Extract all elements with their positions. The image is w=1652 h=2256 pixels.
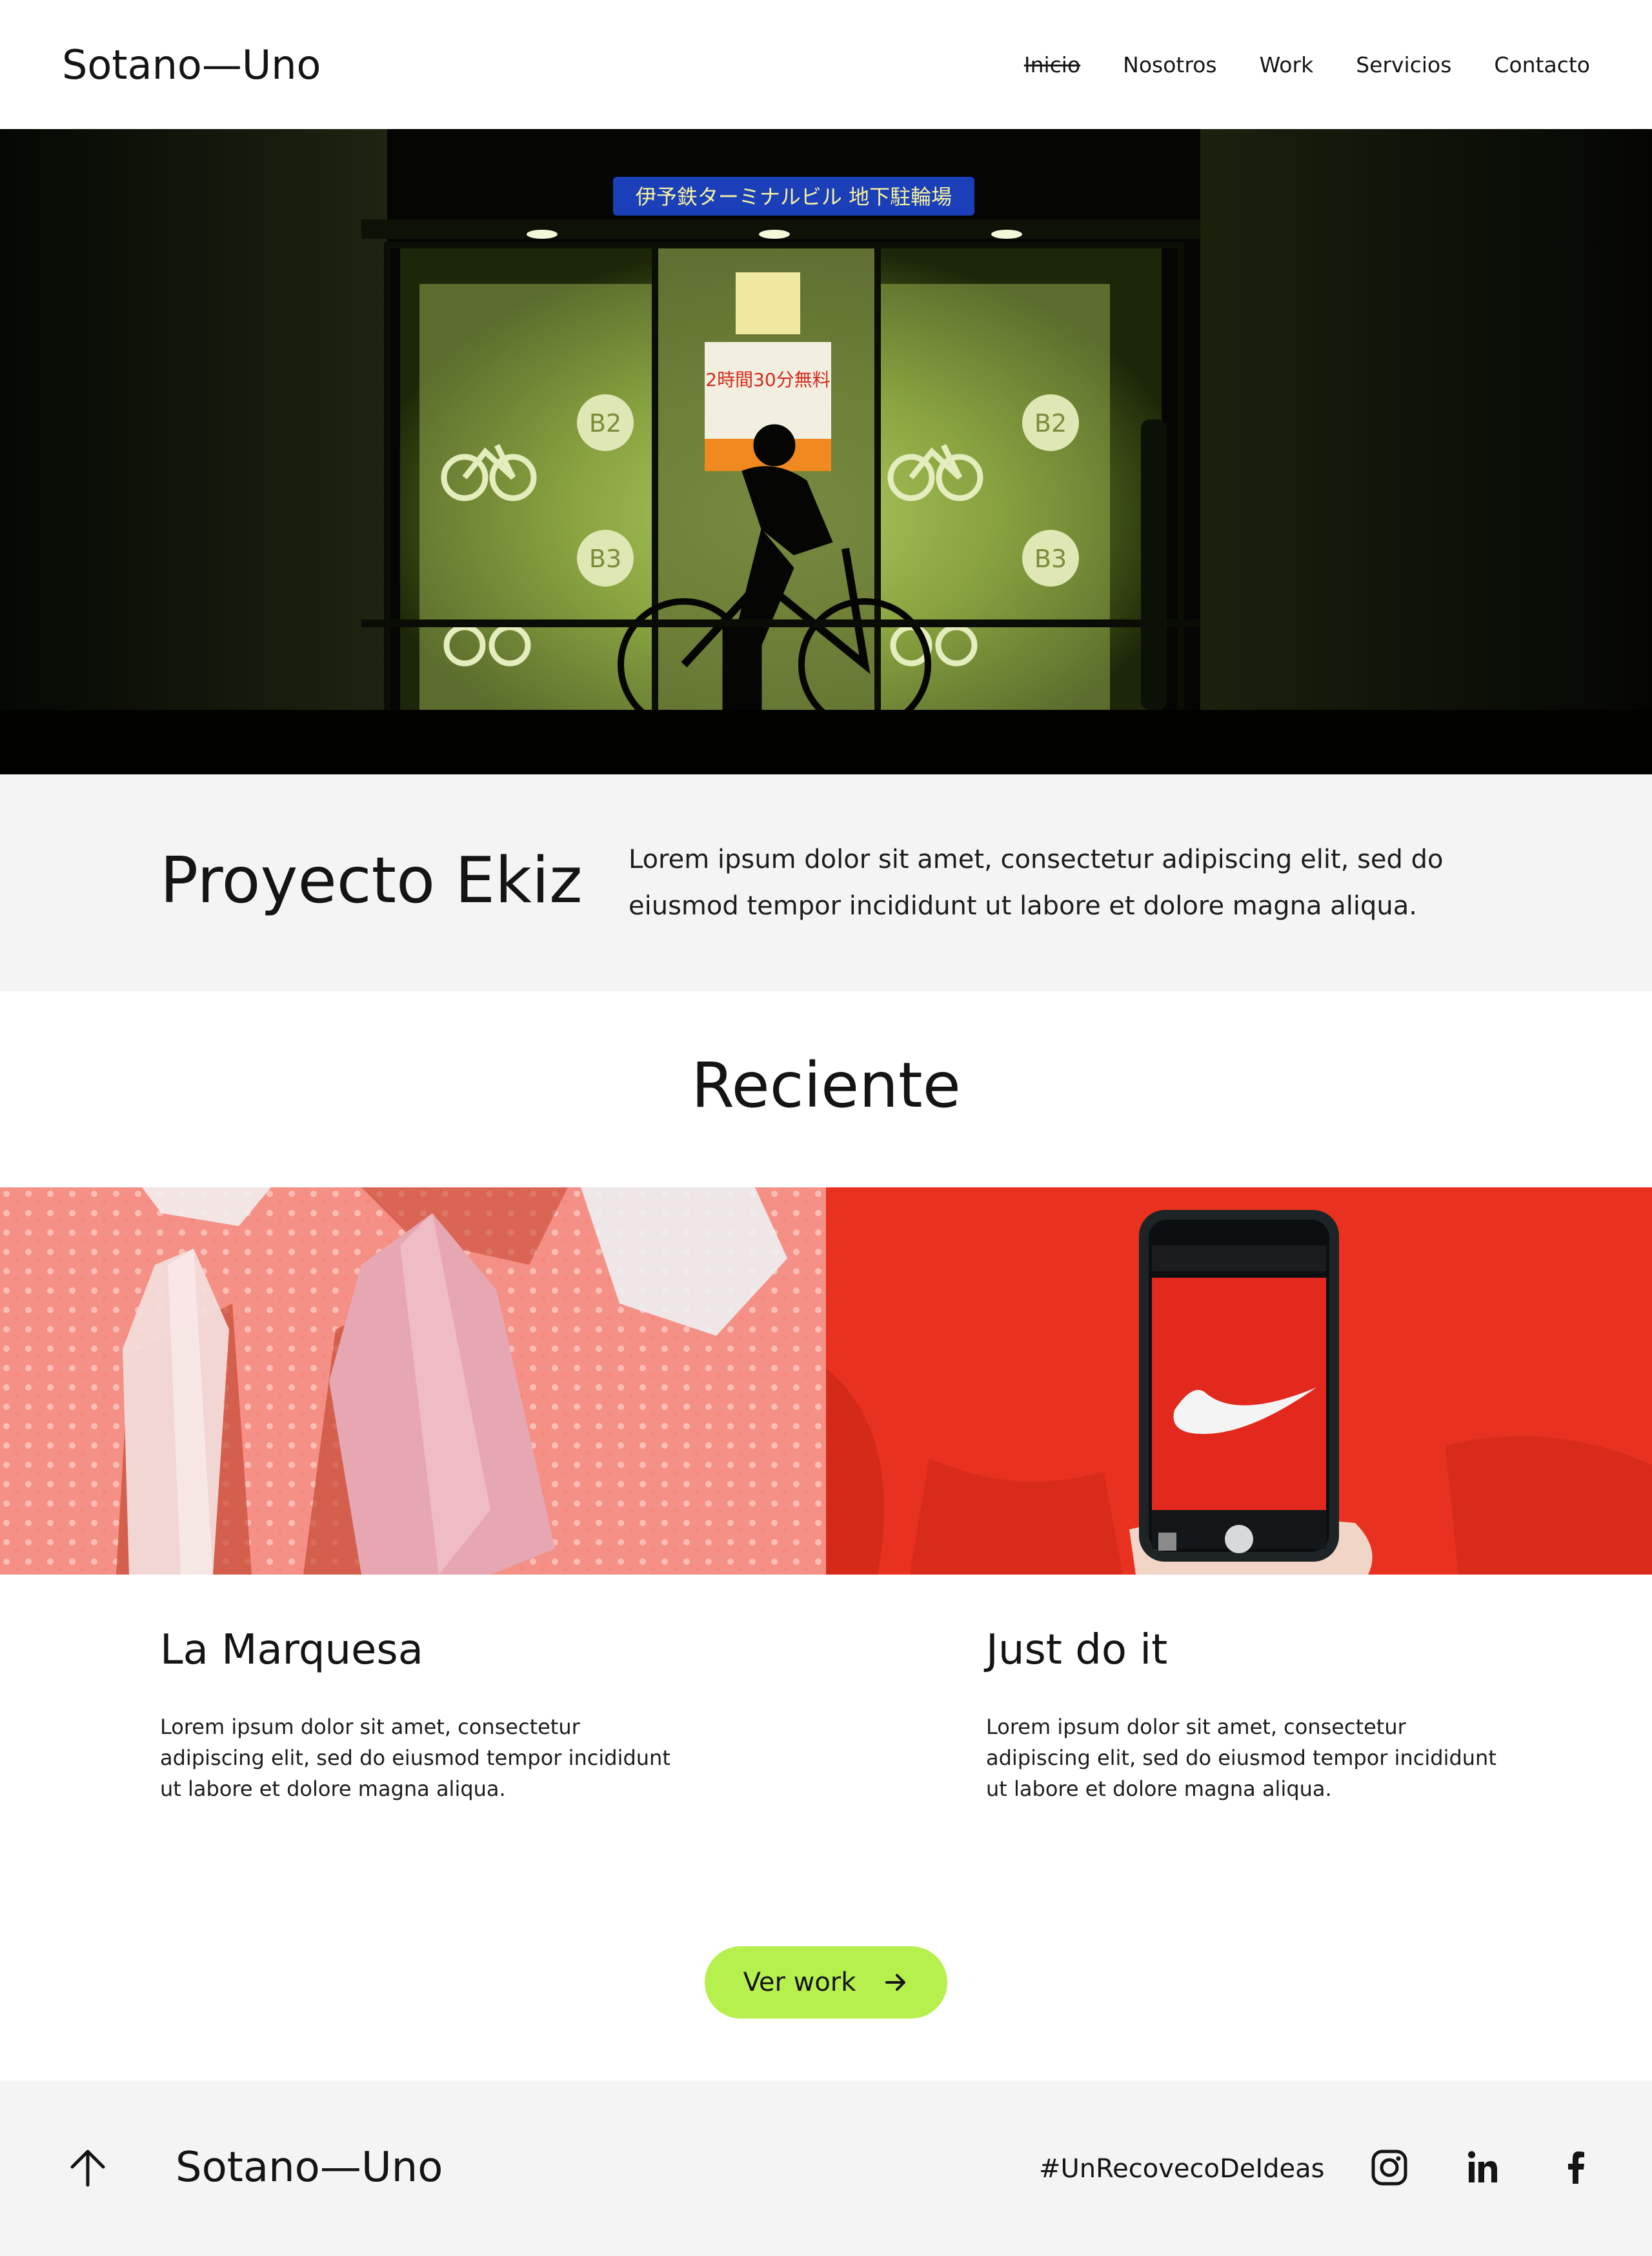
ver-work-label: Ver work xyxy=(743,1968,856,1997)
main-nav: Inicio Nosotros Work Servicios Contacto xyxy=(1024,52,1590,77)
phone-photo xyxy=(826,1187,1652,1575)
card-title[interactable]: La Marquesa xyxy=(160,1626,676,1674)
footer-logo[interactable]: Sotano—Uno xyxy=(176,2144,443,2191)
facebook-icon[interactable] xyxy=(1555,2146,1598,2189)
nav-item-contacto[interactable]: Contacto xyxy=(1494,52,1590,77)
hero-sign-text: 伊予鉄ターミナルビル 地下駐輪場 xyxy=(636,185,952,209)
hero-badge-b3-right: B3 xyxy=(1034,545,1067,573)
hero-notice-text: 2時間30分無料 xyxy=(705,369,830,390)
arrow-up-icon[interactable] xyxy=(65,2145,111,2191)
featured-project: Proyecto Ekiz Lorem ipsum dolor sit amet… xyxy=(0,774,1652,991)
nav-item-work[interactable]: Work xyxy=(1260,52,1314,77)
site-logo[interactable]: Sotano—Uno xyxy=(62,41,321,88)
card-description: Lorem ipsum dolor sit amet, consectetur … xyxy=(986,1715,1496,1801)
recent-card-la-marquesa[interactable]: La Marquesa Lorem ipsum dolor sit amet, … xyxy=(160,1626,676,1804)
nav-item-nosotros[interactable]: Nosotros xyxy=(1123,52,1216,77)
hero-badge-b2-left: B2 xyxy=(589,409,621,438)
project-description: Lorem ipsum dolor sit amet, consectetur … xyxy=(629,845,1444,921)
hero-image: 伊予鉄ターミナルビル 地下駐輪場 2時間30分無料 B2 B3 B2 B3 xyxy=(0,129,1652,774)
recent-card-just-do-it[interactable]: Just do it Lorem ipsum dolor sit amet, c… xyxy=(986,1626,1502,1804)
ver-work-button[interactable]: Ver work xyxy=(705,1946,947,2019)
footer-hashtag: #UnRecovecoDeIdeas xyxy=(1039,2154,1325,2184)
instagram-icon[interactable] xyxy=(1368,2146,1411,2189)
project-title: Proyecto Ekiz xyxy=(160,844,583,918)
recent-card-image-phone[interactable] xyxy=(826,1187,1652,1575)
arrow-right-icon xyxy=(885,1974,906,1991)
card-description: Lorem ipsum dolor sit amet, consectetur … xyxy=(160,1715,670,1801)
recent-card-image-crystals[interactable] xyxy=(0,1187,826,1575)
hero-photo: 伊予鉄ターミナルビル 地下駐輪場 2時間30分無料 B2 B3 B2 B3 xyxy=(0,129,1652,774)
nav-item-inicio[interactable]: Inicio xyxy=(1024,52,1080,77)
hero-badge-b3-left: B3 xyxy=(589,545,621,573)
hero-badge-b2-right: B2 xyxy=(1034,409,1067,438)
recent-section-title: Reciente xyxy=(691,1049,961,1122)
linkedin-icon[interactable] xyxy=(1461,2146,1504,2189)
nav-item-servicios[interactable]: Servicios xyxy=(1356,52,1451,77)
site-header: Sotano—Uno Inicio Nosotros Work Servicio… xyxy=(0,0,1652,129)
site-footer: Sotano—Uno #UnRecovecoDeIdeas xyxy=(0,2080,1652,2256)
card-title[interactable]: Just do it xyxy=(986,1626,1502,1674)
crystals-photo xyxy=(0,1187,826,1575)
